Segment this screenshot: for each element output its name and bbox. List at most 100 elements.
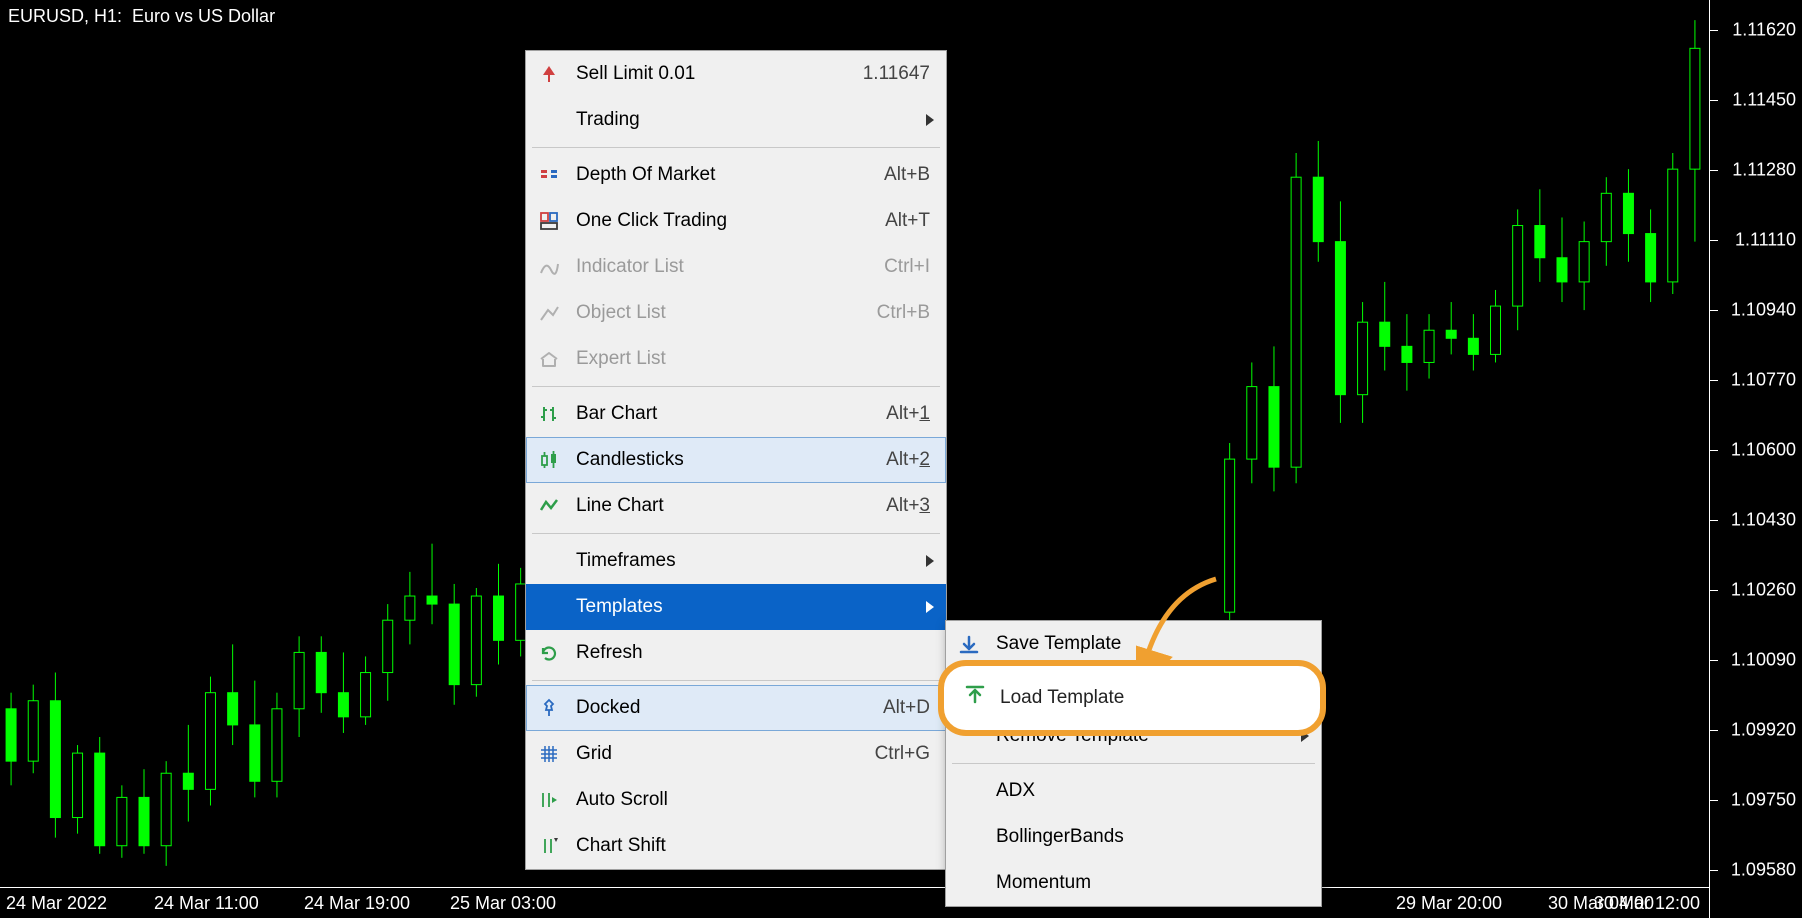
submenu-arrow-icon xyxy=(1301,729,1311,743)
candle-icon xyxy=(538,449,560,471)
price-label: 1.10770 xyxy=(1731,370,1796,391)
depth-icon xyxy=(538,164,560,186)
price-label: 1.11280 xyxy=(1732,160,1796,181)
menu-shortcut: Ctrl+G xyxy=(875,743,930,765)
tpl-save[interactable]: Save Template xyxy=(946,621,1321,667)
price-axis: 1.116201.114501.112801.111101.109401.107… xyxy=(1709,0,1802,918)
bar-icon xyxy=(538,403,560,425)
menu-item-label: Indicator List xyxy=(576,256,854,278)
menu-shortcut: Ctrl+B xyxy=(877,302,930,324)
menu-shortcut: Ctrl+I xyxy=(884,256,930,278)
menu-item-label: Line Chart xyxy=(576,495,856,517)
menu-shortcut: Alt+D xyxy=(883,697,930,719)
load-tpl-icon xyxy=(958,679,980,701)
tpl-load[interactable]: Load Template xyxy=(946,667,1321,713)
sell-limit-icon xyxy=(538,63,560,85)
menu-shortcut: Alt+3 xyxy=(886,495,930,517)
price-label: 1.10260 xyxy=(1731,580,1796,601)
time-label: 25 Mar 03:00 xyxy=(450,893,556,914)
autoscroll-icon xyxy=(538,789,560,811)
menu-item-label: ADX xyxy=(996,780,1305,802)
menu-indlist: Indicator List Ctrl+I xyxy=(526,244,946,290)
menu-item-label: Candlesticks xyxy=(576,449,856,471)
menu-shortcut: Alt+B xyxy=(884,164,930,186)
time-label: 30 Mar 12:00 xyxy=(1594,893,1700,914)
menu-item-label: Load Template xyxy=(996,679,1305,701)
menu-item-label: Auto Scroll xyxy=(576,789,930,811)
menu-item-label: Grid xyxy=(576,743,845,765)
menu-refresh[interactable]: Refresh xyxy=(526,630,946,676)
menu-trading[interactable]: Trading xyxy=(526,97,946,143)
price-label: 1.10430 xyxy=(1731,510,1796,531)
submenu-arrow-icon xyxy=(926,600,936,614)
blank-icon xyxy=(958,872,980,894)
menu-oneclick[interactable]: One Click TradingAlt+T xyxy=(526,198,946,244)
menu-separator xyxy=(532,386,940,387)
menu-item-label: Sell Limit 0.01 xyxy=(576,63,833,85)
menu-item-label: Trading xyxy=(576,109,930,131)
menu-item-label: Templates xyxy=(576,596,930,618)
indicator-icon xyxy=(538,256,560,278)
menu-line[interactable]: Line Chart Alt+3 xyxy=(526,483,946,529)
menu-item-label: BollingerBands xyxy=(996,826,1305,848)
oneclick-icon xyxy=(538,210,560,232)
blank-icon xyxy=(958,780,980,802)
save-tpl-icon xyxy=(958,633,980,655)
menu-grid[interactable]: Grid Ctrl+G xyxy=(526,731,946,777)
price-label: 1.11110 xyxy=(1735,230,1796,251)
chartshift-icon xyxy=(538,835,560,857)
menu-item-label: Remove Template xyxy=(996,725,1305,747)
blank-icon xyxy=(958,826,980,848)
menu-sell_limit[interactable]: Sell Limit 0.01 1.11647 xyxy=(526,51,946,97)
menu-item-label: Timeframes xyxy=(576,550,930,572)
tpl-mom[interactable]: Momentum xyxy=(946,860,1321,906)
time-label: 29 Mar 20:00 xyxy=(1396,893,1502,914)
menu-item-label: Bar Chart xyxy=(576,403,856,425)
pin-icon xyxy=(538,697,560,719)
time-label: 24 Mar 2022 xyxy=(6,893,107,914)
menu-depth[interactable]: Depth Of Market Alt+B xyxy=(526,152,946,198)
submenu-arrow-icon xyxy=(926,113,936,127)
refresh-icon xyxy=(538,642,560,664)
menu-shortcut: Alt+1 xyxy=(886,403,930,425)
chart-context-menu: Sell Limit 0.01 1.11647 Trading Depth Of Ma… xyxy=(525,50,947,870)
menu-separator xyxy=(532,680,940,681)
grid-icon xyxy=(538,743,560,765)
price-label: 1.11620 xyxy=(1732,20,1796,41)
tpl-adx[interactable]: ADX xyxy=(946,768,1321,814)
price-label: 1.10940 xyxy=(1731,300,1796,321)
time-label: 24 Mar 19:00 xyxy=(304,893,410,914)
submenu-arrow-icon xyxy=(926,554,936,568)
chart-title: EURUSD, H1: Euro vs US Dollar xyxy=(8,6,275,27)
menu-explist: Expert List xyxy=(526,336,946,382)
blank-icon xyxy=(538,550,560,572)
menu-chartshift[interactable]: Chart Shift xyxy=(526,823,946,869)
time-axis: 24 Mar 202224 Mar 11:0024 Mar 19:0025 Ma… xyxy=(0,887,1802,918)
menu-docked[interactable]: Docked Alt+D xyxy=(526,685,946,731)
menu-item-label: Save Template xyxy=(996,633,1305,655)
menu-item-label: Expert List xyxy=(576,348,930,370)
menu-tpl[interactable]: Templates xyxy=(526,584,946,630)
price-label: 1.09920 xyxy=(1731,720,1796,741)
menu-separator xyxy=(952,763,1315,764)
tpl-remove[interactable]: Remove Template xyxy=(946,713,1321,759)
menu-item-label: Refresh xyxy=(576,642,930,664)
expert-icon xyxy=(538,348,560,370)
menu-item-label: Docked xyxy=(576,697,853,719)
menu-candle[interactable]: Candlesticks Alt+2 xyxy=(526,437,946,483)
menu-objlist: Object List Ctrl+B xyxy=(526,290,946,336)
menu-shortcut: Alt+2 xyxy=(886,449,930,471)
menu-item-label: Chart Shift xyxy=(576,835,930,857)
blank-icon xyxy=(538,596,560,618)
tpl-bb[interactable]: BollingerBands xyxy=(946,814,1321,860)
menu-item-label: Object List xyxy=(576,302,847,324)
menu-shortcut: 1.11647 xyxy=(863,63,930,85)
menu-separator xyxy=(532,147,940,148)
price-label: 1.09750 xyxy=(1731,790,1796,811)
menu-shortcut: Alt+T xyxy=(885,210,930,232)
menu-separator xyxy=(532,533,940,534)
menu-tf[interactable]: Timeframes xyxy=(526,538,946,584)
menu-item-label: Depth Of Market xyxy=(576,164,854,186)
menu-bar[interactable]: Bar Chart Alt+1 xyxy=(526,391,946,437)
menu-autoscroll[interactable]: Auto Scroll xyxy=(526,777,946,823)
